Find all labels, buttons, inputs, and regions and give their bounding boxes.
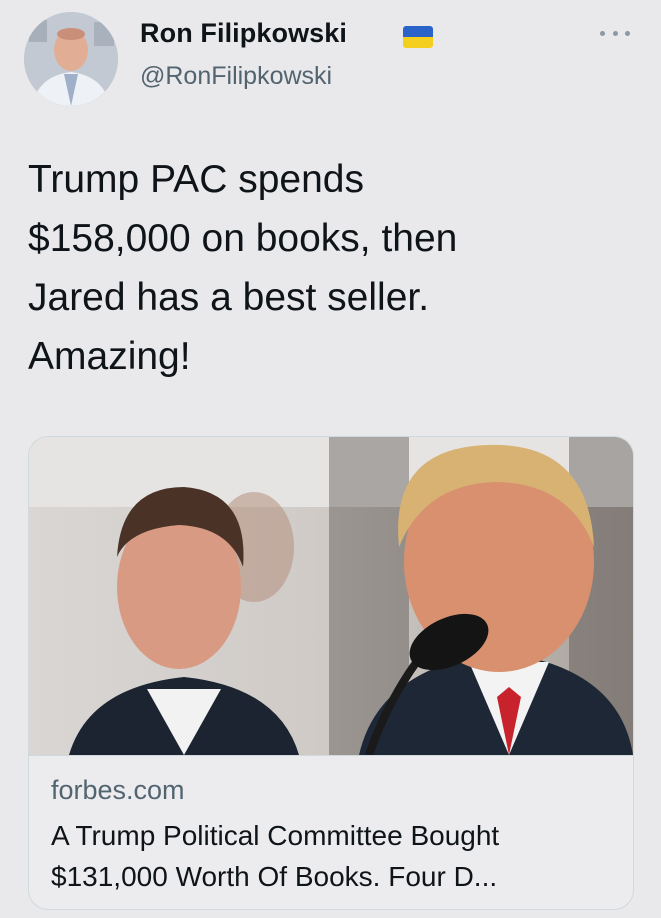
card-domain: forbes.com <box>51 775 185 805</box>
tweet-text: Trump PAC spends $158,000 on books, then… <box>28 158 458 378</box>
more-horizontal-icon[interactable] <box>600 22 630 44</box>
tweet: Ron Filipkowski @RonFilipkowski Trump PA… <box>0 0 661 918</box>
avatar[interactable] <box>24 12 118 106</box>
card-divider <box>29 755 633 756</box>
card-title: A Trump Political Committee Bought $131,… <box>51 820 500 892</box>
author-handle[interactable]: @RonFilipkowski <box>140 62 332 91</box>
card-image <box>29 437 633 755</box>
author-name[interactable]: Ron Filipkowski <box>140 18 347 49</box>
link-card[interactable]: forbes.com A Trump Political Committee B… <box>28 436 634 910</box>
ukraine-flag-icon <box>403 26 433 48</box>
